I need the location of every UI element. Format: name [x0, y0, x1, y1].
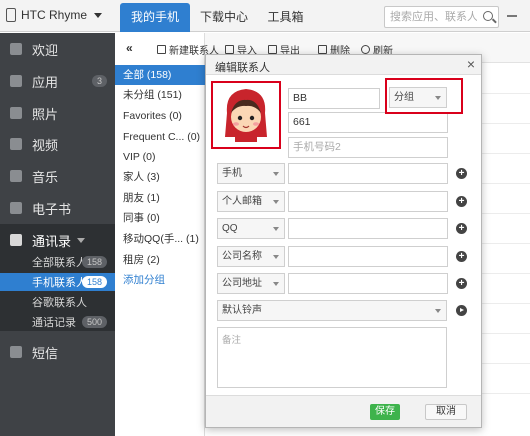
group-item[interactable]: 租房 (2) — [115, 250, 205, 270]
im-field[interactable] — [288, 218, 448, 239]
count-badge: 158 — [81, 256, 107, 268]
device-selector[interactable]: HTC Rhyme — [6, 8, 103, 22]
cancel-button[interactable]: 取消 — [425, 404, 467, 420]
group-item[interactable]: Frequent C... (0) — [115, 127, 205, 147]
sidebar-item-music[interactable]: 音乐 — [0, 160, 115, 192]
play-icon[interactable] — [456, 305, 467, 316]
photo-icon — [10, 107, 22, 119]
name-field[interactable]: BB — [288, 88, 380, 109]
sidebar-item-welcome[interactable]: 欢迎 — [0, 33, 115, 65]
chevron-down-icon — [435, 96, 441, 100]
address-field[interactable] — [288, 273, 448, 294]
video-icon — [10, 138, 22, 150]
music-icon — [10, 170, 22, 182]
count-badge: 158 — [81, 276, 107, 288]
sidebar-item-photos[interactable]: 照片 — [0, 97, 115, 129]
group-item[interactable]: 未分组 (151) — [115, 85, 205, 105]
ebook-icon — [10, 202, 22, 214]
trash-icon — [318, 45, 327, 54]
sidebar-item-videos[interactable]: 视频 — [0, 128, 115, 160]
group-item[interactable]: 家人 (3) — [115, 167, 205, 187]
group-item[interactable]: 移动QQ(手... (1) — [115, 229, 205, 249]
tab-toolbox[interactable]: 工具箱 — [258, 3, 313, 32]
group-item[interactable]: 全部 (158) — [115, 65, 205, 85]
apps-badge: 3 — [91, 75, 107, 87]
company-name-field[interactable] — [288, 246, 448, 267]
dialog-header: 编辑联系人 × — [206, 55, 481, 75]
search-icon[interactable] — [483, 11, 493, 21]
sms-icon — [10, 346, 22, 358]
sidebar-item-apps[interactable]: 应用 3 — [0, 65, 115, 97]
count-badge: 500 — [81, 316, 107, 328]
company-type-select[interactable]: 公司名称 — [217, 246, 285, 267]
sidebar-item-contacts[interactable]: 通讯录 — [0, 224, 115, 256]
chevron-down-icon — [273, 255, 279, 259]
group-item[interactable]: VIP (0) — [115, 147, 205, 167]
ringtone-select[interactable]: 默认铃声 — [217, 300, 447, 321]
chevron-down-icon — [273, 282, 279, 286]
phone2-field[interactable]: 手机号码2 — [288, 137, 448, 158]
chevron-down-icon — [273, 200, 279, 204]
chevron-down-icon — [435, 309, 441, 313]
group-item[interactable]: Favorites (0) — [115, 106, 205, 126]
chevron-down-icon — [273, 227, 279, 231]
device-name: HTC Rhyme — [21, 8, 88, 22]
address-type-select[interactable]: 公司地址 — [217, 273, 285, 294]
sidebar-sub-google-contacts[interactable]: 谷歌联系人 — [0, 293, 115, 311]
import-icon — [225, 45, 234, 54]
minimize-icon[interactable] — [507, 15, 517, 17]
sidebar-item-sms[interactable]: 短信 — [0, 336, 115, 368]
tab-my-phone[interactable]: 我的手机 — [120, 3, 190, 32]
tab-download-center[interactable]: 下载中心 — [194, 3, 254, 32]
home-icon — [10, 43, 22, 55]
group-item[interactable]: 同事 (0) — [115, 208, 205, 228]
add-address-icon[interactable]: + — [456, 278, 467, 289]
collapse-sidebar-button[interactable]: « — [126, 41, 133, 55]
chevron-down-icon — [273, 172, 279, 176]
apps-icon — [10, 75, 22, 87]
sidebar-sub-call-log[interactable]: 通话记录 500 — [0, 313, 115, 331]
chevron-down-icon — [94, 12, 103, 18]
phone-type-select[interactable]: 手机 — [217, 163, 285, 184]
company-field[interactable]: 661 — [288, 112, 448, 133]
contact-avatar[interactable] — [211, 81, 281, 149]
plus-icon — [157, 45, 166, 54]
phone-field[interactable] — [288, 163, 448, 184]
add-group-link[interactable]: 添加分组 — [115, 270, 205, 290]
sidebar-sub-phone-contacts[interactable]: 手机联系人 158 — [0, 273, 115, 291]
export-icon — [268, 45, 277, 54]
search-box — [384, 6, 499, 28]
dialog-title: 编辑联系人 — [215, 62, 270, 74]
email-type-select[interactable]: 个人邮箱 — [217, 191, 285, 212]
sidebar-sub-all-contacts[interactable]: 全部联系人 158 — [0, 253, 115, 271]
phone-icon — [6, 8, 16, 22]
save-button[interactable]: 保存 — [370, 404, 400, 420]
email-field[interactable] — [288, 191, 448, 212]
contacts-icon — [10, 234, 22, 246]
avatar-illustration — [225, 89, 267, 142]
notes-field[interactable]: 备注 — [217, 327, 447, 388]
close-icon[interactable]: × — [467, 56, 475, 72]
chevron-down-icon — [77, 237, 86, 243]
add-company-icon[interactable]: + — [456, 251, 467, 262]
sidebar-item-ebooks[interactable]: 电子书 — [0, 192, 115, 224]
search-input[interactable] — [385, 7, 477, 27]
refresh-icon — [361, 45, 370, 54]
add-phone-icon[interactable]: + — [456, 168, 467, 179]
top-bar: HTC Rhyme 我的手机 下载中心 工具箱 — [0, 0, 530, 32]
add-email-icon[interactable]: + — [456, 196, 467, 207]
group-item[interactable]: 朋友 (1) — [115, 188, 205, 208]
add-im-icon[interactable]: + — [456, 223, 467, 234]
group-list: 全部 (158) 未分组 (151) Favorites (0) Frequen… — [115, 33, 205, 436]
im-type-select[interactable]: QQ — [217, 218, 285, 239]
group-select[interactable]: 分组 — [389, 87, 447, 108]
